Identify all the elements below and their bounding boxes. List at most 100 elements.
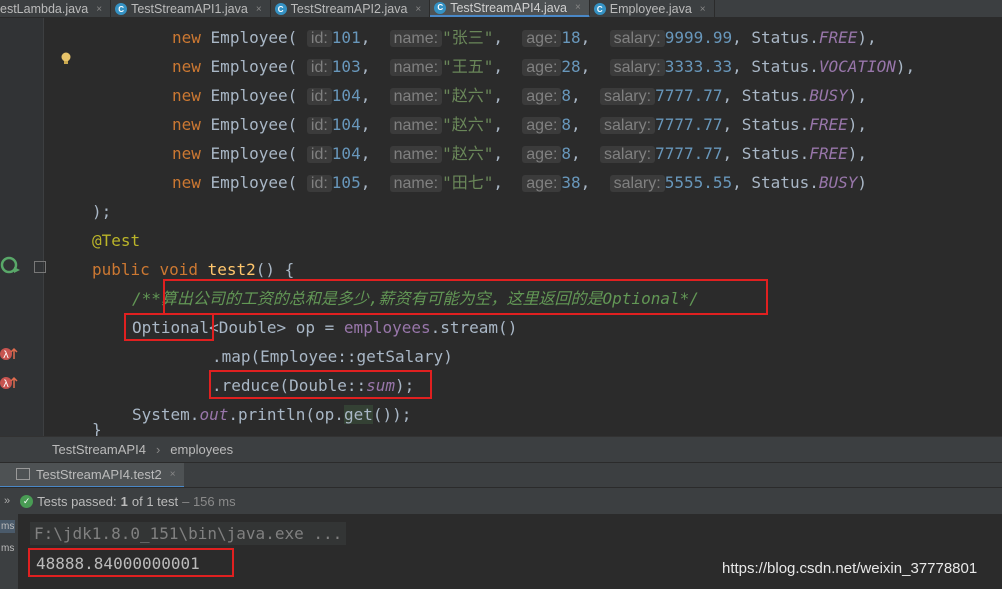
code-line: Optional<Double> op = employees.stream()	[132, 318, 518, 337]
employee-age: 28	[561, 57, 581, 76]
employee-row: new Employee( id: 101, name: "张三", age: 18,…	[172, 28, 877, 47]
param-hint: id:	[306, 88, 332, 105]
console-result: 48888.84000000001	[36, 554, 200, 573]
employee-salary: 5555.55	[664, 173, 733, 192]
param-hint: name:	[389, 30, 443, 47]
class-name: Employee(	[210, 57, 298, 76]
fold-icon[interactable]	[34, 261, 46, 273]
keyword-new: new	[172, 115, 201, 134]
editor-tab[interactable]: C Employee.java ×	[590, 0, 715, 17]
status-prefix: Status.	[751, 57, 819, 76]
svg-text:λ: λ	[3, 350, 9, 361]
console-command-line: F:\jdk1.8.0_151\bin\java.exe ...	[30, 522, 347, 545]
watermark: https://blog.csdn.net/weixin_37778801	[722, 560, 978, 577]
code-punct: ),	[895, 57, 916, 76]
employee-salary: 7777.77	[655, 115, 723, 134]
close-icon[interactable]: ×	[415, 4, 421, 15]
param-hint: id:	[306, 30, 332, 47]
editor-tab[interactable]: estLambda.java ×	[0, 0, 112, 17]
employee-id: 104	[331, 86, 361, 105]
run-config-icon	[16, 468, 30, 480]
employee-salary: 7777.77	[655, 86, 723, 105]
code-comment: /**算出公司的工资的总和是多少,薪资有可能为空，这里返回的是Optional*…	[132, 289, 699, 308]
close-icon[interactable]: ×	[700, 4, 706, 15]
java-class-icon: C	[434, 1, 447, 14]
run-test-icon[interactable]	[0, 255, 20, 275]
editor-tab[interactable]: C TestStreamAPI4.java ×	[430, 0, 590, 17]
employee-id: 105	[331, 173, 361, 192]
status-prefix: Status.	[751, 173, 819, 192]
tests-passed-label: Tests passed:	[37, 493, 117, 509]
run-tab-label: TestStreamAPI4.test2	[36, 466, 162, 482]
close-icon[interactable]: ×	[575, 2, 581, 13]
employee-name: "赵六"	[442, 86, 494, 105]
breadcrumb-class[interactable]: TestStreamAPI4	[52, 442, 146, 457]
employee-status: FREE	[809, 115, 848, 134]
console-gutter: ms ms	[0, 514, 18, 589]
svg-text:λ: λ	[3, 379, 9, 390]
employee-age: 8	[561, 115, 572, 134]
editor-tab[interactable]: C TestStreamAPI1.java ×	[111, 0, 271, 17]
keyword-new: new	[172, 144, 201, 163]
employee-age: 18	[561, 28, 581, 47]
tests-passed-count: 1	[120, 493, 128, 509]
param-hint: salary:	[599, 88, 656, 105]
param-hint: age:	[522, 117, 562, 134]
param-hint: name:	[389, 146, 443, 163]
employee-row: new Employee( id: 104, name: "赵六", age: 8, …	[172, 86, 868, 105]
employee-salary: 9999.99	[664, 28, 733, 47]
lambda-override-icon[interactable]: λ	[0, 345, 18, 363]
breadcrumb: TestStreamAPI4 › employees	[0, 436, 1002, 462]
console-output[interactable]: ms ms F:\jdk1.8.0_151\bin\java.exe ... 4…	[0, 514, 1002, 589]
param-hint: name:	[389, 59, 443, 76]
java-class-icon: C	[115, 3, 128, 15]
param-hint: age:	[522, 88, 562, 105]
code-punct: )	[857, 173, 868, 192]
param-hint: salary:	[599, 146, 656, 163]
editor-tab-label: TestStreamAPI4.java	[450, 0, 567, 15]
close-icon[interactable]: ×	[170, 469, 176, 480]
editor-tab[interactable]: C TestStreamAPI2.java ×	[271, 0, 431, 17]
status-prefix: Status.	[751, 28, 819, 47]
close-icon[interactable]: ×	[96, 4, 102, 15]
java-class-icon: C	[274, 3, 287, 15]
status-prefix: Status.	[741, 115, 810, 134]
employee-name: "赵六"	[442, 144, 494, 163]
employee-status: FREE	[809, 144, 848, 163]
param-hint: salary:	[609, 30, 665, 47]
param-hint: id:	[306, 59, 332, 76]
close-icon[interactable]: ×	[256, 4, 262, 15]
employee-name: "王五"	[442, 57, 494, 76]
expand-chevron-icon[interactable]: »	[4, 495, 10, 507]
breadcrumb-member[interactable]: employees	[170, 442, 233, 457]
employee-status: FREE	[818, 28, 858, 47]
check-icon: ✓	[20, 494, 34, 508]
code-punct: ),	[847, 144, 868, 163]
class-name: Employee(	[210, 144, 298, 163]
code-editor[interactable]: λ λ new Employee( id: 101, name: "张三", age…	[0, 18, 1002, 437]
run-tab[interactable]: TestStreamAPI4.test2 ×	[0, 462, 184, 488]
code-line: );	[92, 202, 112, 221]
editor-tab-label: TestStreamAPI2.java	[290, 2, 408, 16]
class-name: Employee(	[210, 28, 298, 47]
java-class-icon: C	[593, 3, 606, 15]
param-hint: name:	[389, 117, 443, 134]
test-duration: – 156 ms	[182, 493, 236, 509]
editor-tab-label: Employee.java	[609, 2, 692, 16]
code-punct: ),	[857, 28, 877, 47]
lambda-override-icon[interactable]: λ	[0, 374, 18, 392]
class-name: Employee(	[210, 115, 298, 134]
param-hint: age:	[522, 59, 562, 76]
employee-name: "田七"	[442, 173, 494, 192]
editor-tab-bar: estLambda.java × C TestStreamAPI1.java × C Tes…	[0, 0, 1002, 18]
employee-row: new Employee( id: 104, name: "赵六", age: 8, …	[172, 144, 868, 163]
code-line: .map(Employee::getSalary)	[212, 347, 453, 366]
lightbulb-icon[interactable]	[60, 52, 72, 66]
editor-tab-label: estLambda.java	[0, 2, 89, 16]
employee-age: 8	[561, 144, 572, 163]
gutter-ms-label: ms	[0, 520, 16, 533]
param-hint: age:	[522, 146, 562, 163]
param-hint: salary:	[609, 175, 665, 192]
code-line: }	[92, 423, 102, 437]
param-hint: salary:	[609, 59, 665, 76]
